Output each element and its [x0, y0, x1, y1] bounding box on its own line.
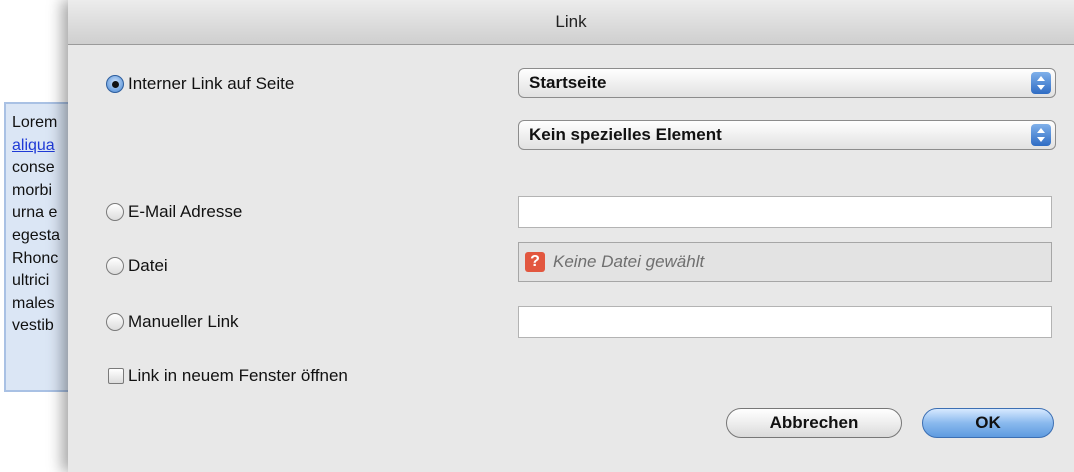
element-select[interactable]: Kein spezielles Element [518, 120, 1056, 150]
email-radio[interactable] [106, 203, 124, 221]
ok-button[interactable]: OK [922, 408, 1054, 438]
dialog-title: Link [555, 12, 587, 31]
file-placeholder: Keine Datei gewählt [553, 252, 705, 271]
background-text: Lorem aliqua conse morbi urna e egesta R… [12, 112, 72, 338]
new-window-checkbox[interactable] [108, 368, 124, 384]
cancel-button[interactable]: Abbrechen [726, 408, 902, 438]
page-select[interactable]: Startseite [518, 68, 1056, 98]
background-text-line: Rhonc [12, 249, 59, 267]
email-input[interactable] [518, 196, 1052, 228]
option-internal-link[interactable]: Interner Link auf Seite [106, 74, 294, 94]
new-window-option[interactable]: Link in neuem Fenster öffnen [108, 366, 348, 386]
file-label: Datei [128, 256, 168, 275]
manual-link-radio[interactable] [106, 313, 124, 331]
link-dialog: Link Interner Link auf Seite Startseite … [68, 0, 1074, 472]
background-text-line: Lorem [12, 114, 58, 131]
internal-link-radio[interactable] [106, 75, 124, 93]
background-text-line: conse [12, 159, 55, 177]
option-file[interactable]: Datei [106, 256, 168, 276]
page-select-value: Startseite [529, 73, 607, 92]
select-arrows-icon [1031, 72, 1051, 94]
background-text-line: urna e [12, 204, 58, 222]
question-mark-icon: ? [525, 252, 545, 272]
option-manual-link[interactable]: Manueller Link [106, 312, 239, 332]
background-text-line: vestib [12, 317, 54, 335]
manual-link-input[interactable] [518, 306, 1052, 338]
dialog-titlebar: Link [68, 0, 1074, 45]
background-text-line: morbi [12, 181, 53, 199]
manual-link-label: Manueller Link [128, 312, 239, 331]
select-arrows-icon [1031, 124, 1051, 146]
internal-link-label: Interner Link auf Seite [128, 74, 295, 93]
option-email[interactable]: E-Mail Adresse [106, 202, 242, 222]
background-text-line: males [12, 294, 55, 312]
file-radio[interactable] [106, 257, 124, 275]
new-window-label: Link in neuem Fenster öffnen [128, 366, 348, 385]
file-chooser[interactable]: ? Keine Datei gewählt [518, 242, 1052, 282]
background-text-line: ultrici [12, 272, 50, 290]
element-select-value: Kein spezielles Element [529, 125, 722, 144]
email-label: E-Mail Adresse [128, 202, 243, 221]
background-text-line: egesta [12, 226, 61, 244]
background-text-link[interactable]: aliqua [12, 135, 72, 158]
